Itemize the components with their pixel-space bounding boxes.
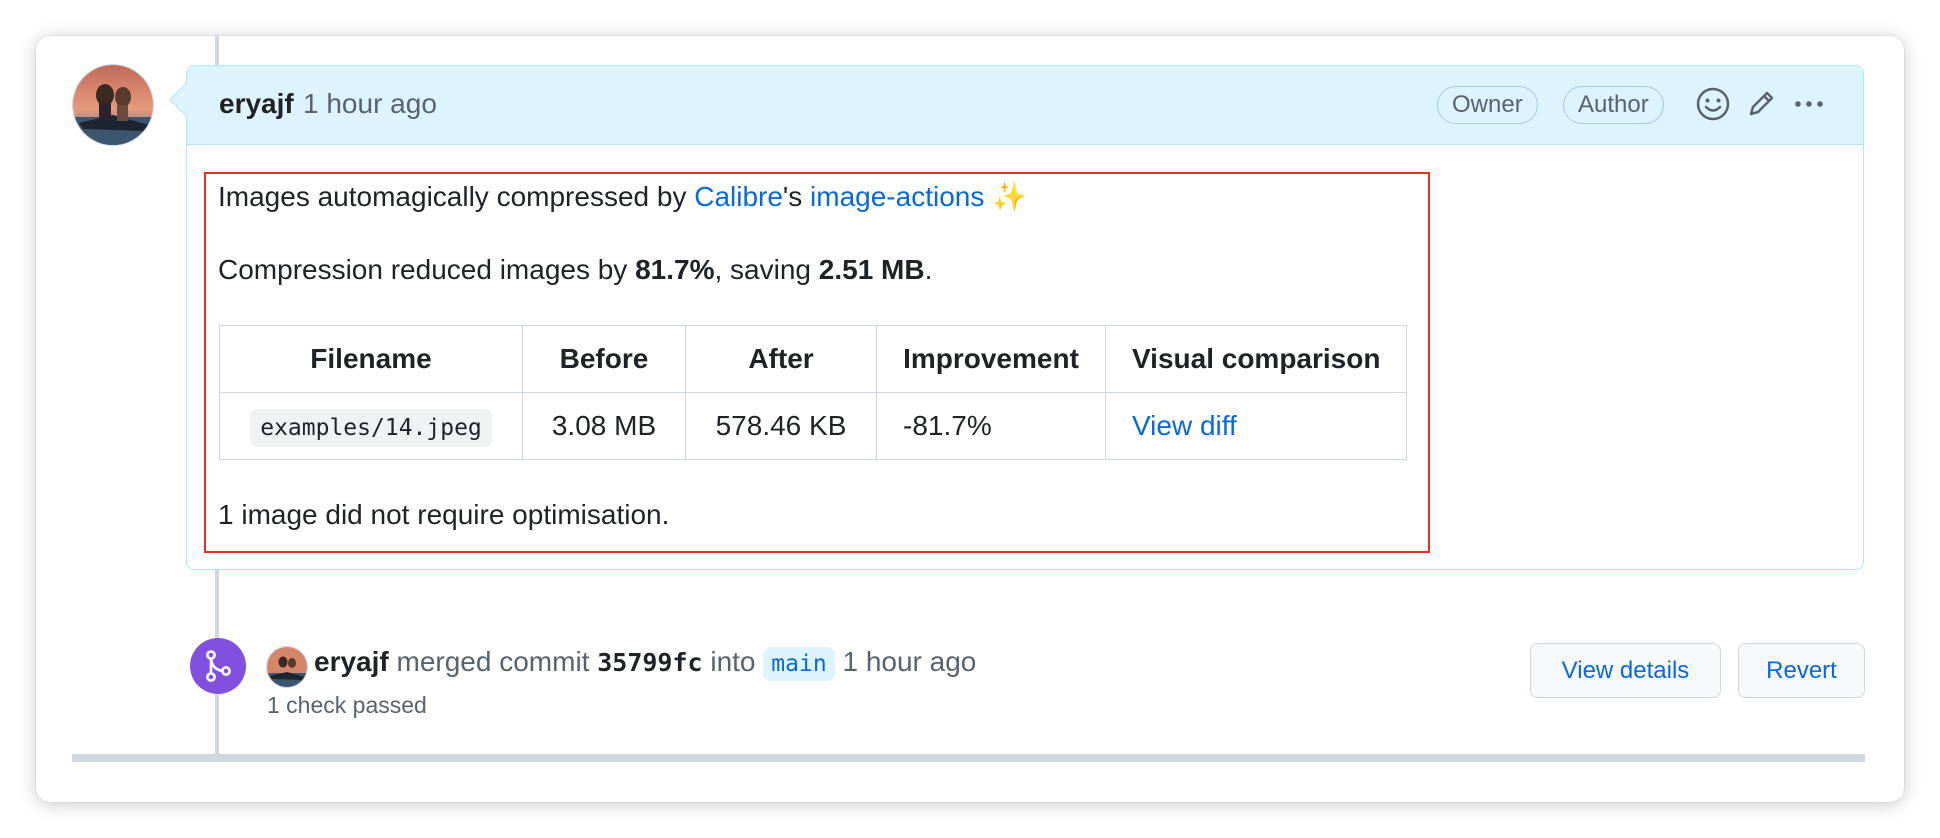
image-actions-link[interactable]: image-actions	[810, 181, 984, 212]
col-before: Before	[522, 325, 686, 393]
branch-name[interactable]: main	[763, 647, 835, 681]
comment-author[interactable]: eryajf	[219, 88, 294, 120]
author-badge: Author	[1563, 86, 1664, 124]
view-diff-link[interactable]: View diff	[1132, 410, 1237, 441]
summary-prefix: Compression reduced images by	[218, 254, 636, 285]
merge-action: merged commit	[396, 646, 590, 677]
view-details-button[interactable]: View details	[1530, 643, 1721, 698]
revert-button[interactable]: Revert	[1738, 643, 1865, 698]
intro-apostrophe: 's	[782, 181, 811, 212]
sparkles-icon: ✨	[992, 181, 1028, 212]
col-filename: Filename	[219, 325, 523, 393]
table-row: examples/14.jpeg 3.08 MB 578.46 KB -81.7…	[219, 392, 1408, 460]
timeline-end-bar	[72, 754, 1865, 762]
merge-user[interactable]: eryajf	[314, 646, 389, 677]
cell-filename: examples/14.jpeg	[219, 392, 523, 460]
calibre-link[interactable]: Calibre	[694, 181, 783, 212]
cell-before: 3.08 MB	[522, 392, 686, 460]
commit-sha[interactable]: 35799fc	[597, 648, 702, 677]
comment-time[interactable]: 1 hour ago	[303, 88, 437, 120]
summary-percent: 81.7%	[635, 254, 715, 285]
smiley-icon[interactable]	[1695, 86, 1731, 122]
summary-mid: , saving	[714, 254, 819, 285]
git-merge-icon	[190, 638, 246, 694]
merge-line: eryajf merged commit 35799fc into main 1…	[314, 646, 976, 681]
cell-after: 578.46 KB	[685, 392, 877, 460]
summary-text: Compression reduced images by 81.7%, sav…	[218, 254, 932, 286]
intro-text: Images automagically compressed by Calib…	[218, 180, 1027, 213]
col-visual-comparison: Visual comparison	[1104, 325, 1408, 393]
intro-prefix: Images automagically compressed by	[218, 181, 695, 212]
col-after: After	[685, 325, 877, 393]
compression-table: Filename Before After Improvement Visual…	[219, 325, 1408, 460]
filename-code: examples/14.jpeg	[250, 409, 492, 447]
owner-badge: Owner	[1437, 86, 1538, 124]
merge-into: into	[710, 646, 756, 677]
pencil-icon[interactable]	[1743, 86, 1779, 122]
avatar[interactable]	[72, 64, 154, 146]
footer-text: 1 image did not require optimisation.	[218, 499, 670, 530]
cell-visual-comparison: View diff	[1104, 392, 1408, 460]
table-header-row: Filename Before After Improvement Visual…	[219, 325, 1408, 393]
check-status[interactable]: 1 check passed	[267, 692, 427, 719]
comment-header: eryajf 1 hour ago Owner Author	[169, 66, 1863, 145]
merge-avatar[interactable]	[266, 646, 308, 688]
cell-improvement: -81.7%	[876, 392, 1106, 460]
summary-size: 2.51 MB	[818, 254, 925, 285]
col-improvement: Improvement	[876, 325, 1106, 393]
merge-time[interactable]: 1 hour ago	[842, 646, 976, 677]
kebab-horizontal-icon[interactable]	[1791, 86, 1827, 122]
summary-suffix: .	[924, 254, 933, 285]
